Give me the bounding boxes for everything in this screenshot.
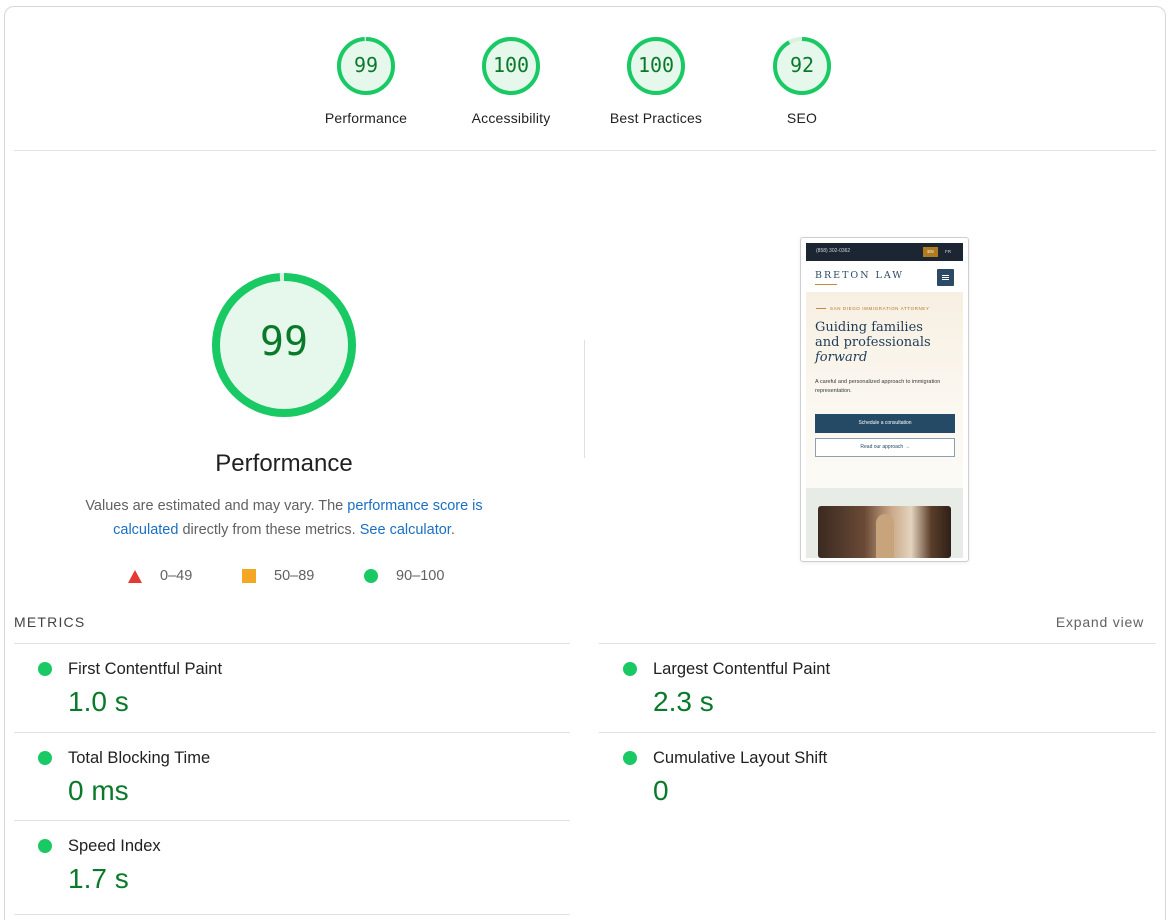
metric-speed-index: Speed Index 1.7 s [20, 821, 560, 909]
pass-circle-icon [623, 662, 637, 676]
performance-score-gauge: 99 [211, 272, 357, 418]
metric-largest-contentful-paint: Largest Contentful Paint 2.3 s [605, 644, 1145, 732]
metrics-heading: METRICS [14, 614, 86, 630]
divider [14, 150, 1156, 151]
photo-figure [876, 514, 894, 558]
pass-circle-icon [38, 751, 52, 765]
hamburger-icon [937, 269, 954, 286]
site-phone: (858) 302-0362 [816, 248, 851, 254]
read-approach-button: Read our approach → [815, 438, 955, 457]
metric-value: 0 [653, 775, 669, 806]
gauge-score: 100 [492, 53, 530, 77]
hero-eyebrow: SAN DIEGO IMMIGRATION ATTORNEY [816, 306, 930, 311]
gauge-score: 100 [637, 53, 675, 77]
gauge-label: Accessibility [471, 110, 551, 126]
metric-label: First Contentful Paint [68, 660, 223, 678]
category-gauges: 99 Performance 100 Accessibility 100 Bes… [0, 0, 1170, 150]
lang-en-button: EN [923, 247, 938, 257]
legend-range: 50–89 [274, 568, 315, 584]
performance-title: Performance [215, 450, 353, 477]
headline-line: forward [815, 350, 955, 365]
logo-underline [815, 284, 837, 285]
score-ring: 92 [772, 36, 832, 96]
metric-value: 1.0 s [68, 686, 129, 717]
metric-label: Speed Index [68, 837, 161, 855]
triangle-icon [128, 569, 142, 583]
gauge-accessibility[interactable]: 100 Accessibility [451, 36, 571, 126]
divider [14, 914, 570, 915]
vertical-divider [584, 340, 585, 458]
metric-value: 2.3 s [653, 686, 714, 717]
gauge-label: SEO [786, 110, 818, 126]
hero-subtext: A careful and personalized approach to i… [815, 379, 941, 394]
square-icon [242, 569, 256, 583]
gauge-seo[interactable]: 92 SEO [742, 36, 862, 126]
metric-label: Largest Contentful Paint [653, 660, 831, 678]
score-ring: 100 [481, 36, 541, 96]
circle-icon [364, 569, 378, 583]
gauge-performance[interactable]: 99 Performance [306, 36, 426, 126]
metric-value: 0 ms [68, 775, 129, 806]
final-screenshot[interactable]: (858) 302-0362 EN FR BRETON LAW SAN DIEG… [800, 237, 969, 562]
headline-line: and professionals [815, 335, 931, 350]
headline-line: Guiding families [815, 320, 923, 335]
site-hero: SAN DIEGO IMMIGRATION ATTORNEY Guiding f… [806, 292, 963, 488]
headline-emphasis: forward [815, 350, 868, 365]
pass-circle-icon [38, 839, 52, 853]
score-ring: 100 [626, 36, 686, 96]
metric-label: Cumulative Layout Shift [653, 749, 828, 767]
see-calculator-link[interactable]: See calculator [360, 522, 451, 538]
pass-circle-icon [623, 751, 637, 765]
legend-average: 50–89 [242, 566, 314, 586]
description-text: . [450, 522, 455, 538]
gauge-label: Performance [324, 110, 408, 126]
hero-photo [818, 506, 951, 558]
legend-range: 0–49 [160, 568, 193, 584]
gauge-score: 92 [789, 53, 815, 77]
lang-fr-button: FR [945, 249, 951, 254]
pass-circle-icon [38, 662, 52, 676]
site-photo-section [806, 488, 963, 558]
metric-value: 1.7 s [68, 863, 129, 894]
legend-range: 90–100 [396, 568, 445, 584]
metric-first-contentful-paint: First Contentful Paint 1.0 s [20, 644, 560, 732]
metric-cumulative-layout-shift: Cumulative Layout Shift 0 [605, 733, 1145, 821]
gauge-label: Best Practices [609, 110, 703, 126]
performance-description: Values are estimated and may vary. The p… [54, 494, 514, 542]
expand-view-button[interactable]: Expand view [1056, 614, 1144, 630]
metric-total-blocking-time: Total Blocking Time 0 ms [20, 733, 560, 821]
description-text: Values are estimated and may vary. The [85, 498, 348, 514]
schedule-consultation-button: Schedule a consultation [815, 414, 955, 433]
hero-headline: Guiding families and professionals forwa… [815, 320, 955, 365]
legend-pass: 90–100 [364, 566, 444, 586]
site-topbar: (858) 302-0362 EN FR [806, 243, 963, 261]
metric-label: Total Blocking Time [68, 749, 211, 767]
gauge-score: 99 [353, 53, 379, 77]
performance-score: 99 [259, 319, 309, 365]
site-logo: BRETON LAW [815, 270, 905, 281]
gauge-best-practices[interactable]: 100 Best Practices [596, 36, 716, 126]
description-text: directly from these metrics. [178, 522, 360, 538]
legend-fail: 0–49 [128, 566, 192, 586]
score-ring: 99 [336, 36, 396, 96]
